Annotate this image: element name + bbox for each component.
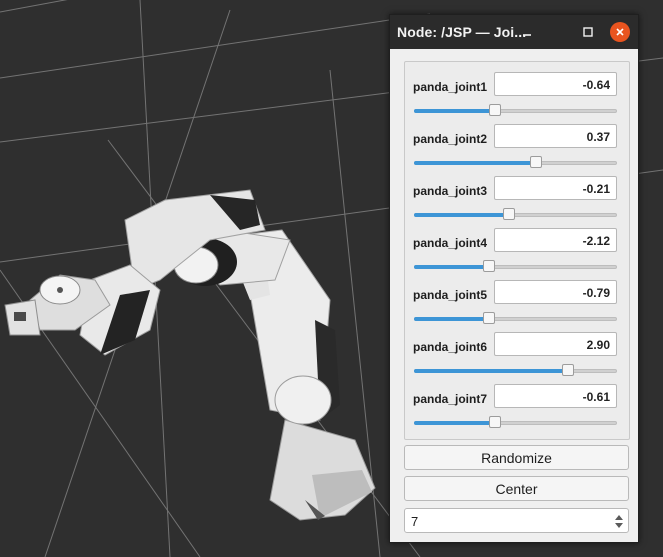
joint-slider[interactable]: [414, 104, 617, 118]
joint-name-label: panda_joint7: [413, 392, 488, 406]
close-button[interactable]: [610, 22, 630, 42]
joint-row: panda_joint4 -2.12: [405, 228, 629, 280]
slider-fill: [414, 317, 489, 321]
slider-fill: [414, 421, 495, 425]
slider-fill: [414, 161, 536, 165]
maximize-icon: [583, 27, 593, 37]
spinbox-value: 7: [411, 514, 419, 529]
maximize-button[interactable]: [578, 22, 598, 42]
joint-slider[interactable]: [414, 156, 617, 170]
slider-fill: [414, 109, 495, 113]
randomize-button[interactable]: Randomize: [404, 445, 629, 470]
joint-row: panda_joint7 -0.61: [405, 384, 629, 436]
window-title: Node: /JSP — Joi...: [397, 24, 527, 40]
joint-slider[interactable]: [414, 208, 617, 222]
joint-name-label: panda_joint1: [413, 80, 488, 94]
center-button[interactable]: Center: [404, 476, 629, 501]
joint-slider[interactable]: [414, 260, 617, 274]
joint-name-label: panda_joint6: [413, 340, 488, 354]
joint-value-field[interactable]: -0.21: [494, 176, 617, 200]
joint-slider[interactable]: [414, 416, 617, 430]
joints-panel: panda_joint1 -0.64 panda_joint2 0.37 pan…: [404, 61, 630, 440]
slider-handle[interactable]: [483, 312, 495, 324]
joint-name-label: panda_joint4: [413, 236, 488, 250]
row-count-spinbox[interactable]: 7: [404, 508, 629, 533]
joint-slider[interactable]: [414, 312, 617, 326]
spin-up-icon[interactable]: [615, 515, 623, 520]
slider-handle[interactable]: [503, 208, 515, 220]
joint-slider[interactable]: [414, 364, 617, 378]
slider-fill: [414, 213, 509, 217]
slider-handle[interactable]: [489, 104, 501, 116]
joint-name-label: panda_joint3: [413, 184, 488, 198]
joint-state-publisher-window: Node: /JSP — Joi... panda_joint1 -0.64 p…: [389, 14, 639, 543]
joint-value-field[interactable]: -0.64: [494, 72, 617, 96]
spin-down-icon[interactable]: [615, 523, 623, 528]
joint-value-field[interactable]: -0.79: [494, 280, 617, 304]
joint-name-label: panda_joint2: [413, 132, 488, 146]
window-titlebar[interactable]: Node: /JSP — Joi...: [390, 15, 638, 49]
slider-handle[interactable]: [530, 156, 542, 168]
slider-handle[interactable]: [562, 364, 574, 376]
slider-handle[interactable]: [483, 260, 495, 272]
joint-name-label: panda_joint5: [413, 288, 488, 302]
slider-handle[interactable]: [489, 416, 501, 428]
joint-value-field[interactable]: 0.37: [494, 124, 617, 148]
slider-fill: [414, 265, 489, 269]
joint-row: panda_joint3 -0.21: [405, 176, 629, 228]
joint-row: panda_joint2 0.37: [405, 124, 629, 176]
joint-row: panda_joint1 -0.64: [405, 72, 629, 124]
joint-value-field[interactable]: -0.61: [494, 384, 617, 408]
minimize-button[interactable]: [517, 22, 537, 42]
joint-value-field[interactable]: 2.90: [494, 332, 617, 356]
joint-row: panda_joint6 2.90: [405, 332, 629, 384]
close-icon: [616, 28, 624, 36]
minimize-icon: [523, 34, 531, 36]
joint-value-field[interactable]: -2.12: [494, 228, 617, 252]
slider-fill: [414, 369, 568, 373]
joint-row: panda_joint5 -0.79: [405, 280, 629, 332]
